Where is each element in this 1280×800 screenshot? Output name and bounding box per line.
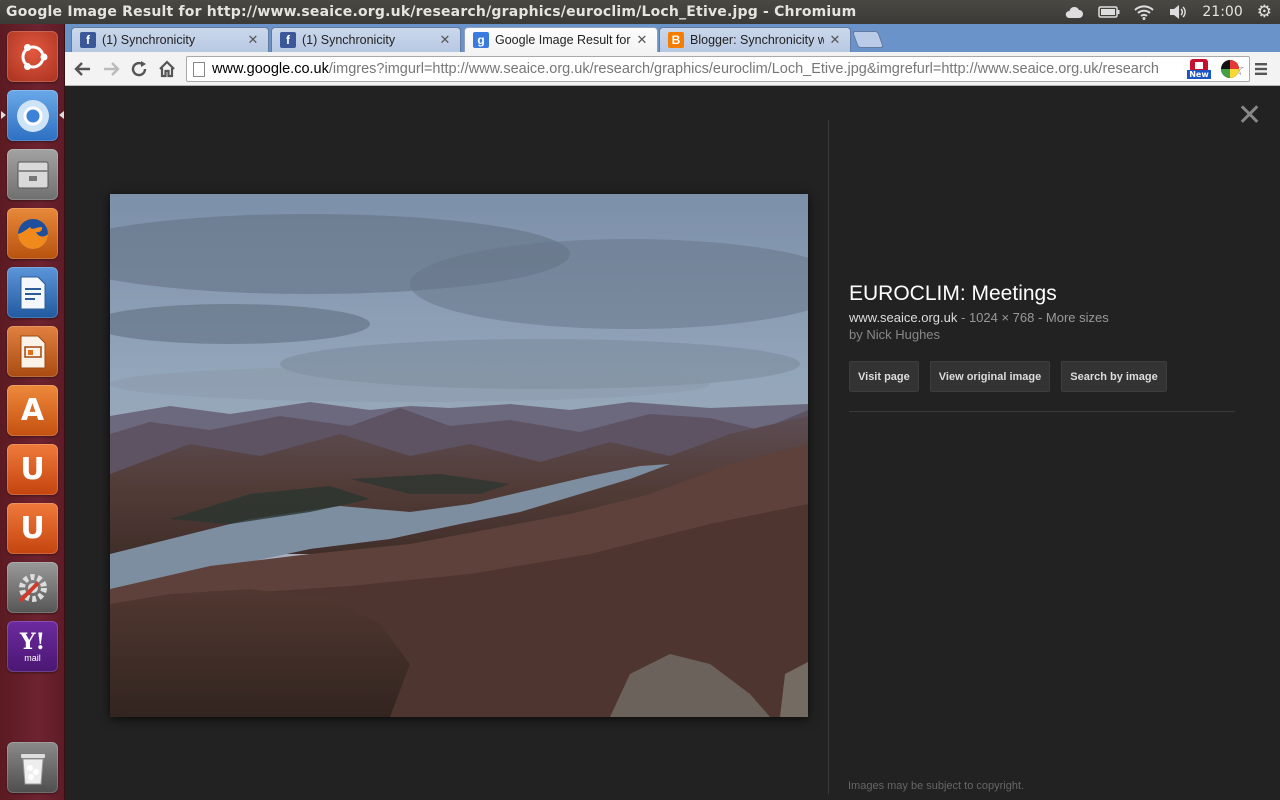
url-path: /imgres?imgurl=http://www.seaice.org.uk/… <box>328 61 1159 77</box>
launcher: A U U Y! mail <box>0 24 65 800</box>
ubuntu-one-icon[interactable]: U <box>7 444 58 495</box>
action-buttons: Visit page View original image Search by… <box>849 361 1235 392</box>
back-icon[interactable] <box>71 57 95 81</box>
close-tab-icon[interactable]: ✕ <box>635 32 649 48</box>
chromium-icon[interactable] <box>7 90 58 141</box>
active-pip <box>1 111 6 119</box>
software-center-icon[interactable]: A <box>7 385 58 436</box>
extension-color-icon[interactable] <box>1218 57 1242 81</box>
battery-icon[interactable] <box>1098 0 1120 24</box>
image-meta: www.seaice.org.uk - 1024 × 768 - More si… <box>849 310 1235 325</box>
tab-google-image-result[interactable]: g Google Image Result for h ✕ <box>464 27 658 52</box>
result-image[interactable] <box>110 194 808 717</box>
new-tab-button[interactable] <box>851 31 885 48</box>
cloud-icon[interactable] <box>1064 0 1084 24</box>
firefox-icon[interactable] <box>7 208 58 259</box>
tab-label: (1) Synchronicity <box>302 33 396 47</box>
ubuntu-dash-icon[interactable] <box>7 31 58 82</box>
visit-page-button[interactable]: Visit page <box>849 361 919 392</box>
google-icon: g <box>473 32 489 48</box>
ubuntu-one-letter: U <box>20 452 45 487</box>
window-title: Google Image Result for http://www.seaic… <box>6 4 857 20</box>
view-original-image-button[interactable]: View original image <box>929 361 1051 392</box>
volume-icon[interactable] <box>1168 0 1188 24</box>
tab-label: Blogger: Synchronicity wi <box>690 33 824 47</box>
menu-icon[interactable] <box>1249 57 1273 81</box>
tab-synchronicity-2[interactable]: f (1) Synchronicity ✕ <box>271 27 461 52</box>
image-title[interactable]: EUROCLIM: Meetings <box>849 282 1235 306</box>
software-center-letter: A <box>20 393 45 428</box>
libreoffice-writer-icon[interactable] <box>7 267 58 318</box>
info-divider <box>849 411 1235 412</box>
url-host: www.google.co.uk <box>212 61 329 77</box>
yahoo-mail-label: mail <box>24 652 41 663</box>
reload-icon[interactable] <box>127 57 151 81</box>
gear-icon[interactable]: ⚙ <box>1257 0 1272 24</box>
ubuntu-one-music-letter: U <box>20 511 45 546</box>
close-tab-icon[interactable]: ✕ <box>438 32 452 48</box>
browser-toolbar: www.google.co.uk/imgres?imgurl=http://ww… <box>65 52 1280 86</box>
top-panel: Google Image Result for http://www.seaic… <box>0 0 1280 24</box>
extension-new-icon[interactable]: New <box>1187 57 1211 81</box>
tab-strip: f (1) Synchronicity ✕ f (1) Synchronicit… <box>65 24 1280 52</box>
close-icon[interactable]: ✕ <box>1237 101 1262 131</box>
file-manager-icon[interactable] <box>7 149 58 200</box>
address-bar[interactable]: www.google.co.uk/imgres?imgurl=http://ww… <box>186 56 1250 82</box>
page-icon <box>193 61 205 77</box>
close-tab-icon[interactable]: ✕ <box>246 32 260 48</box>
blogger-icon: B <box>668 32 684 48</box>
focus-pip <box>59 111 64 119</box>
copyright-notice: Images may be subject to copyright. <box>848 780 1025 792</box>
image-byline: by Nick Hughes <box>849 327 941 342</box>
source-site-link[interactable]: www.seaice.org.uk <box>849 310 957 325</box>
close-tab-icon[interactable]: ✕ <box>828 32 842 48</box>
url-text[interactable]: www.google.co.uk/imgres?imgurl=http://ww… <box>212 61 1159 77</box>
image-result-page: ✕ EUROCLIM: Meetings www.seaice.org.uk -… <box>65 86 1280 800</box>
tab-label: Google Image Result for h <box>495 33 631 47</box>
libreoffice-impress-icon[interactable] <box>7 326 58 377</box>
facebook-icon: f <box>280 32 296 48</box>
clock[interactable]: 21:00 <box>1202 0 1242 24</box>
image-dimensions[interactable]: - 1024 × 768 - More sizes <box>957 310 1109 325</box>
tab-label: (1) Synchronicity <box>102 33 196 47</box>
ubuntu-one-music-icon[interactable]: U <box>7 503 58 554</box>
extension-new-badge: New <box>1187 70 1211 79</box>
wifi-icon[interactable] <box>1134 0 1155 24</box>
tab-synchronicity-1[interactable]: f (1) Synchronicity ✕ <box>71 27 269 52</box>
trash-icon[interactable] <box>7 742 58 793</box>
forward-icon[interactable] <box>99 57 123 81</box>
indicator-area: 21:00 ⚙ <box>1064 0 1280 24</box>
system-settings-icon[interactable] <box>7 562 58 613</box>
image-info-panel: EUROCLIM: Meetings www.seaice.org.uk - 1… <box>849 282 1235 412</box>
search-by-image-button[interactable]: Search by image <box>1061 361 1167 392</box>
facebook-icon: f <box>80 32 96 48</box>
panel-divider <box>828 120 829 794</box>
yahoo-logo-text: Y! <box>19 628 46 655</box>
yahoo-mail-icon[interactable]: Y! mail <box>7 621 58 672</box>
home-icon[interactable] <box>155 57 179 81</box>
tab-blogger[interactable]: B Blogger: Synchronicity wi ✕ <box>659 27 851 52</box>
